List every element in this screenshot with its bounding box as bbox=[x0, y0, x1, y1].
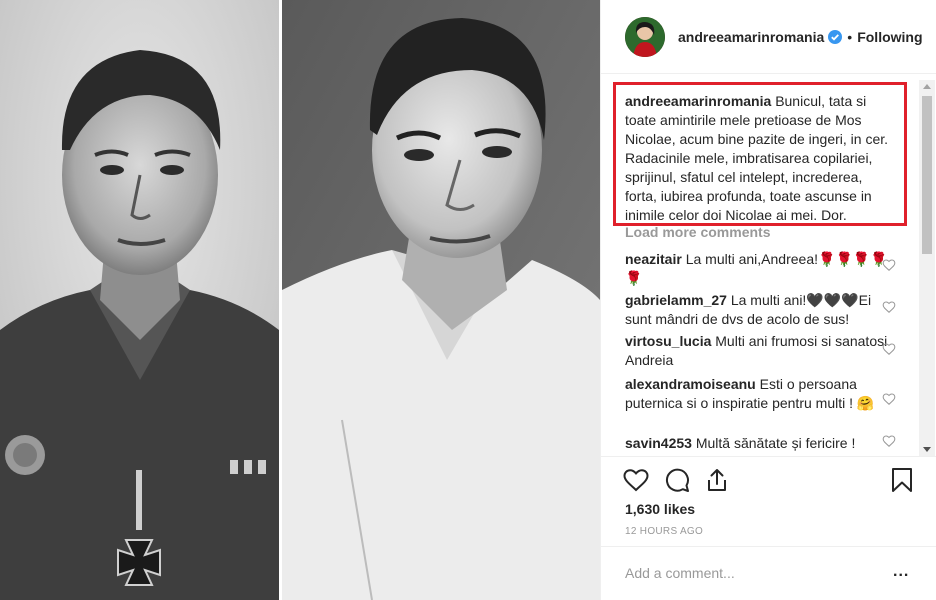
small-heart-icon[interactable] bbox=[882, 434, 896, 448]
list-item: virtosu_lucia Multi ani frumosi si sanat… bbox=[625, 332, 895, 370]
small-heart-icon[interactable] bbox=[882, 342, 896, 356]
heart-icon[interactable] bbox=[623, 467, 649, 493]
comment-author[interactable]: gabrielamm_27 bbox=[625, 292, 727, 308]
load-more-comments-button[interactable]: Load more comments bbox=[625, 224, 770, 240]
small-heart-icon[interactable] bbox=[882, 258, 896, 272]
comments-list[interactable]: andreeamarinromania Bunicul, tata si toa… bbox=[601, 74, 936, 456]
scroll-down-arrow-icon[interactable] bbox=[923, 447, 931, 452]
header-separator: • bbox=[847, 28, 853, 45]
instagram-post-view: andreeamarinromania • Following andreeam… bbox=[0, 0, 936, 600]
verified-badge-icon bbox=[828, 29, 843, 44]
comment-input[interactable] bbox=[625, 563, 875, 583]
comment-author[interactable]: neazitair bbox=[625, 251, 682, 267]
caption-highlight: andreeamarinromania Bunicul, tata si toa… bbox=[613, 82, 907, 226]
small-heart-icon[interactable] bbox=[882, 392, 896, 406]
comment-text: Multă sănătate și fericire ! bbox=[695, 435, 856, 451]
photo-father bbox=[282, 0, 600, 600]
follow-button[interactable]: Following bbox=[857, 29, 922, 45]
list-item: neazitair La multi ani,Andreea!🌹🌹🌹🌹 🌹 bbox=[625, 250, 895, 288]
post-sidebar: andreeamarinromania • Following andreeam… bbox=[600, 0, 936, 600]
post-header: andreeamarinromania • Following bbox=[601, 0, 936, 74]
caption-author[interactable]: andreeamarinromania bbox=[625, 93, 771, 109]
share-icon[interactable] bbox=[704, 467, 730, 493]
caption-text: Bunicul, tata si toate amintirile mele p… bbox=[625, 93, 889, 223]
post-image[interactable] bbox=[0, 0, 600, 600]
header-username[interactable]: andreeamarinromania bbox=[678, 29, 824, 45]
list-item: savin4253 Multă sănătate și fericire ! bbox=[625, 434, 895, 453]
scroll-up-arrow-icon[interactable] bbox=[923, 84, 931, 89]
more-options-button[interactable]: ... bbox=[893, 563, 909, 581]
bookmark-icon[interactable] bbox=[889, 467, 915, 493]
list-item: alexandramoiseanu Esti o persoana putern… bbox=[625, 375, 895, 413]
post-timestamp[interactable]: 12 HOURS AGO bbox=[625, 526, 703, 537]
avatar[interactable] bbox=[625, 16, 665, 57]
add-comment-bar: ... bbox=[601, 546, 936, 600]
comments-scrollbar[interactable] bbox=[919, 80, 935, 456]
list-item: gabrielamm_27 La multi ani!🖤🖤🖤Ei sunt mâ… bbox=[625, 291, 895, 329]
comment-icon[interactable] bbox=[664, 467, 690, 493]
comment-author[interactable]: virtosu_lucia bbox=[625, 333, 711, 349]
photo-grandfather bbox=[0, 0, 279, 600]
post-actions: 1,630 likes 12 HOURS AGO bbox=[601, 456, 936, 546]
comment-author[interactable]: alexandramoiseanu bbox=[625, 376, 756, 392]
likes-count[interactable]: 1,630 likes bbox=[625, 501, 695, 517]
scrollbar-thumb[interactable] bbox=[922, 96, 932, 254]
small-heart-icon[interactable] bbox=[882, 300, 896, 314]
comment-author[interactable]: savin4253 bbox=[625, 435, 692, 451]
